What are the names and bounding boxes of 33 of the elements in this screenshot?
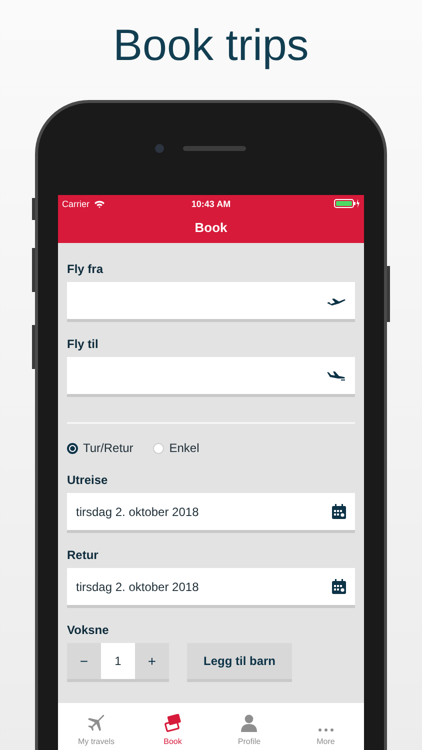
date-field[interactable]: tirsdag 2. oktober 2018 xyxy=(67,493,355,533)
navigation-title: Book xyxy=(194,220,228,235)
speaker-grille xyxy=(183,146,246,151)
field-label: Fly fra xyxy=(67,262,104,276)
battery-icon xyxy=(334,199,360,208)
add-child-button[interactable]: Legg til barn xyxy=(187,643,292,682)
field-label: Retur xyxy=(67,548,100,562)
page-title: Book trips xyxy=(112,20,310,72)
takeoff-plane-icon xyxy=(326,296,346,306)
status-time: 10:43 AM xyxy=(191,198,231,208)
tickets-icon xyxy=(164,714,182,732)
field-label: Utreise xyxy=(67,473,109,487)
field-label: Fly til xyxy=(67,337,100,351)
increment-button[interactable]: + xyxy=(135,643,169,679)
camera-icon xyxy=(155,144,164,153)
calendar-icon xyxy=(332,504,346,519)
more-icon xyxy=(316,728,335,732)
adult-count: 1 xyxy=(101,643,135,679)
wifi-icon xyxy=(94,200,105,208)
field-label: Voksne xyxy=(67,623,110,637)
plane-icon xyxy=(87,714,106,732)
input-field[interactable] xyxy=(67,357,355,397)
input-field[interactable] xyxy=(67,282,355,322)
calendar-icon xyxy=(332,579,346,594)
landing-plane-icon xyxy=(326,370,346,380)
tab-item[interactable]: Book xyxy=(134,703,211,750)
date-field[interactable]: tirsdag 2. oktober 2018 xyxy=(67,568,355,608)
radio-button[interactable] xyxy=(67,442,78,454)
decrement-button[interactable]: − xyxy=(67,643,101,679)
radio-option[interactable]: Enkel xyxy=(153,441,200,455)
radio-option[interactable]: Tur/Retur xyxy=(67,441,134,455)
person-icon xyxy=(240,714,258,732)
carrier-label: Carrier xyxy=(62,198,90,208)
